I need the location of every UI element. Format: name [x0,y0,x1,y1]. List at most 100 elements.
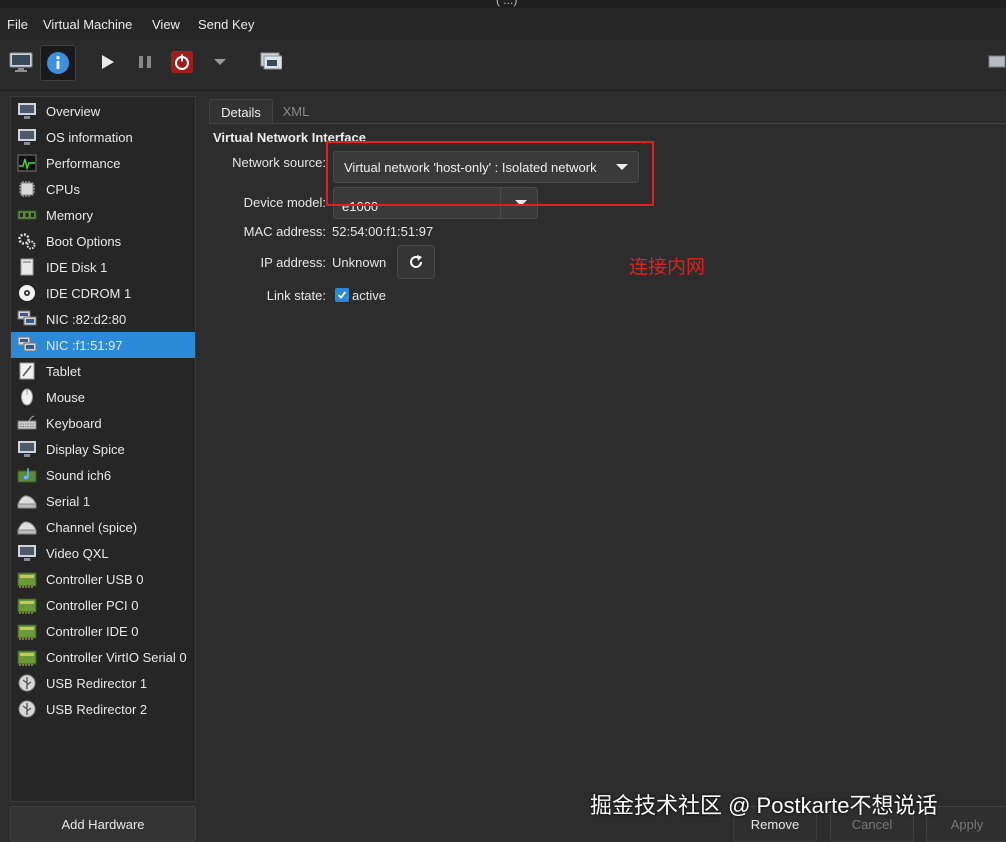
shutdown-button[interactable] [165,45,199,79]
run-button[interactable] [90,45,124,79]
sidebar-item-display-spice[interactable]: Display Spice [11,436,195,462]
shutdown-menu-button[interactable] [203,45,237,79]
sidebar-item-label: OS information [46,129,133,145]
add-hardware-button[interactable]: Add Hardware [10,806,196,842]
sidebar-item-label: Serial 1 [46,493,91,509]
sidebar-item-label: USB Redirector 2 [46,701,148,717]
fullscreen-button[interactable] [980,45,1006,79]
refresh-icon [410,255,422,268]
window-titlebar: ( ...) [0,0,1006,8]
sidebar-item-label: Controller VirtIO Serial 0 [46,649,187,665]
monitor-icon [16,439,38,459]
controller-icon [16,621,38,641]
menu-view[interactable]: View [152,17,180,32]
sidebar-item-usb-redirector-1[interactable]: USB Redirector 1 [11,670,195,696]
sidebar-item-label: CPUs [46,181,80,197]
ip-address-value: Unknown [332,255,387,270]
sidebar-item-label: Controller PCI 0 [46,597,139,613]
annotation-text: 连接内网 [629,257,706,278]
info-icon [47,52,69,74]
sidebar-item-serial-1[interactable]: Serial 1 [11,488,195,514]
memory-icon [16,205,38,225]
sidebar-item-overview[interactable]: Overview [11,98,195,124]
sidebar-item-label: Display Spice [46,441,125,457]
network-source-label: Network source: [232,155,326,170]
ip-address-label: IP address: [260,255,326,270]
controller-icon [16,647,38,667]
sidebar-item-label: Memory [46,207,93,223]
mac-address-value: 52:54:00:f1:51:97 [332,224,434,239]
toolbar [0,40,1006,91]
sidebar-item-label: Overview [46,103,101,119]
sidebar-item-label: IDE Disk 1 [46,259,108,275]
sidebar-item-label: IDE CDROM 1 [46,285,132,301]
watermark: 掘金技术社区 @ Postkarte不想说话 [590,793,938,818]
controller-icon [16,569,38,589]
annotation-highlight-box [326,141,654,206]
mouse-icon [16,387,38,407]
usb-icon [16,699,38,719]
power-icon [171,51,193,73]
window-title: ( ...) [496,0,518,7]
sidebar-item-video-qxl[interactable]: Video QXL [11,540,195,566]
sidebar-item-label: Tablet [46,363,81,379]
sidebar-item-keyboard[interactable]: Keyboard [11,410,195,436]
sidebar-item-label: Mouse [46,389,86,405]
sidebar-item-channel-spice[interactable]: Channel (spice) [11,514,195,540]
details-button[interactable] [40,45,76,81]
tab-xml[interactable]: XML [274,99,318,123]
sidebar-item-sound-ich6[interactable]: Sound ich6 [11,462,195,488]
fullscreen-icon [988,55,1006,68]
mac-address-label: MAC address: [243,224,326,239]
sidebar-item-tablet[interactable]: Tablet [11,358,195,384]
chevron-down-icon [214,59,226,65]
sidebar-item-os-information[interactable]: OS information [11,124,195,150]
sidebar-item-controller-virtio-serial-0[interactable]: Controller VirtIO Serial 0 [11,644,195,670]
apply-button[interactable]: Apply [926,806,1006,842]
pause-icon [139,56,151,68]
network-icon [16,335,38,355]
menu-virtual-machine[interactable]: Virtual Machine [43,17,132,32]
gears-icon [16,231,38,251]
menu-send-key[interactable]: Send Key [198,17,254,32]
serial-icon [16,517,38,537]
sidebar-item-controller-ide-0[interactable]: Controller IDE 0 [11,618,195,644]
sidebar-item-nic-f1-51-97[interactable]: NIC :f1:51:97 [11,332,195,358]
usb-icon [16,673,38,693]
sidebar-item-mouse[interactable]: Mouse [11,384,195,410]
menubar: File Virtual Machine View Send Key [0,8,1006,40]
sidebar-item-controller-usb-0[interactable]: Controller USB 0 [11,566,195,592]
check-icon [337,291,347,299]
sidebar-item-label: NIC :82:d2:80 [46,311,127,327]
sidebar-item-label: NIC :f1:51:97 [46,337,123,353]
sidebar-item-usb-redirector-2[interactable]: USB Redirector 2 [11,696,195,722]
console-icon [9,52,33,72]
performance-icon [16,153,38,173]
tab-divider [209,123,1006,124]
sidebar-item-label: Keyboard [46,415,102,431]
cpu-icon [16,179,38,199]
refresh-ip-button[interactable] [397,245,435,279]
sidebar-item-label: Performance [46,155,121,171]
sidebar-item-label: Controller IDE 0 [46,623,139,639]
cdrom-icon [16,283,38,303]
pause-button[interactable] [128,45,162,79]
menu-file[interactable]: File [7,17,28,32]
link-state-label: Link state: [266,288,326,303]
link-state-checkbox[interactable] [335,288,349,302]
sidebar-item-label: Video QXL [46,545,109,561]
sidebar-item-controller-pci-0[interactable]: Controller PCI 0 [11,592,195,618]
keyboard-icon [16,413,38,433]
console-button[interactable] [4,45,38,79]
sidebar-item-label: Boot Options [46,233,122,249]
device-model-label: Device model: [243,195,326,210]
sidebar-item-label: Sound ich6 [46,467,112,483]
sidebar-item-label: USB Redirector 1 [46,675,148,691]
controller-icon [16,595,38,615]
sidebar-item-label: Channel (spice) [46,519,138,535]
snapshots-icon [260,52,282,70]
sidebar-item-nic-82-d2-80[interactable]: NIC :82:d2:80 [11,306,195,332]
play-icon [102,55,114,69]
tab-details[interactable]: Details [209,99,273,124]
snapshots-button[interactable] [254,45,288,79]
